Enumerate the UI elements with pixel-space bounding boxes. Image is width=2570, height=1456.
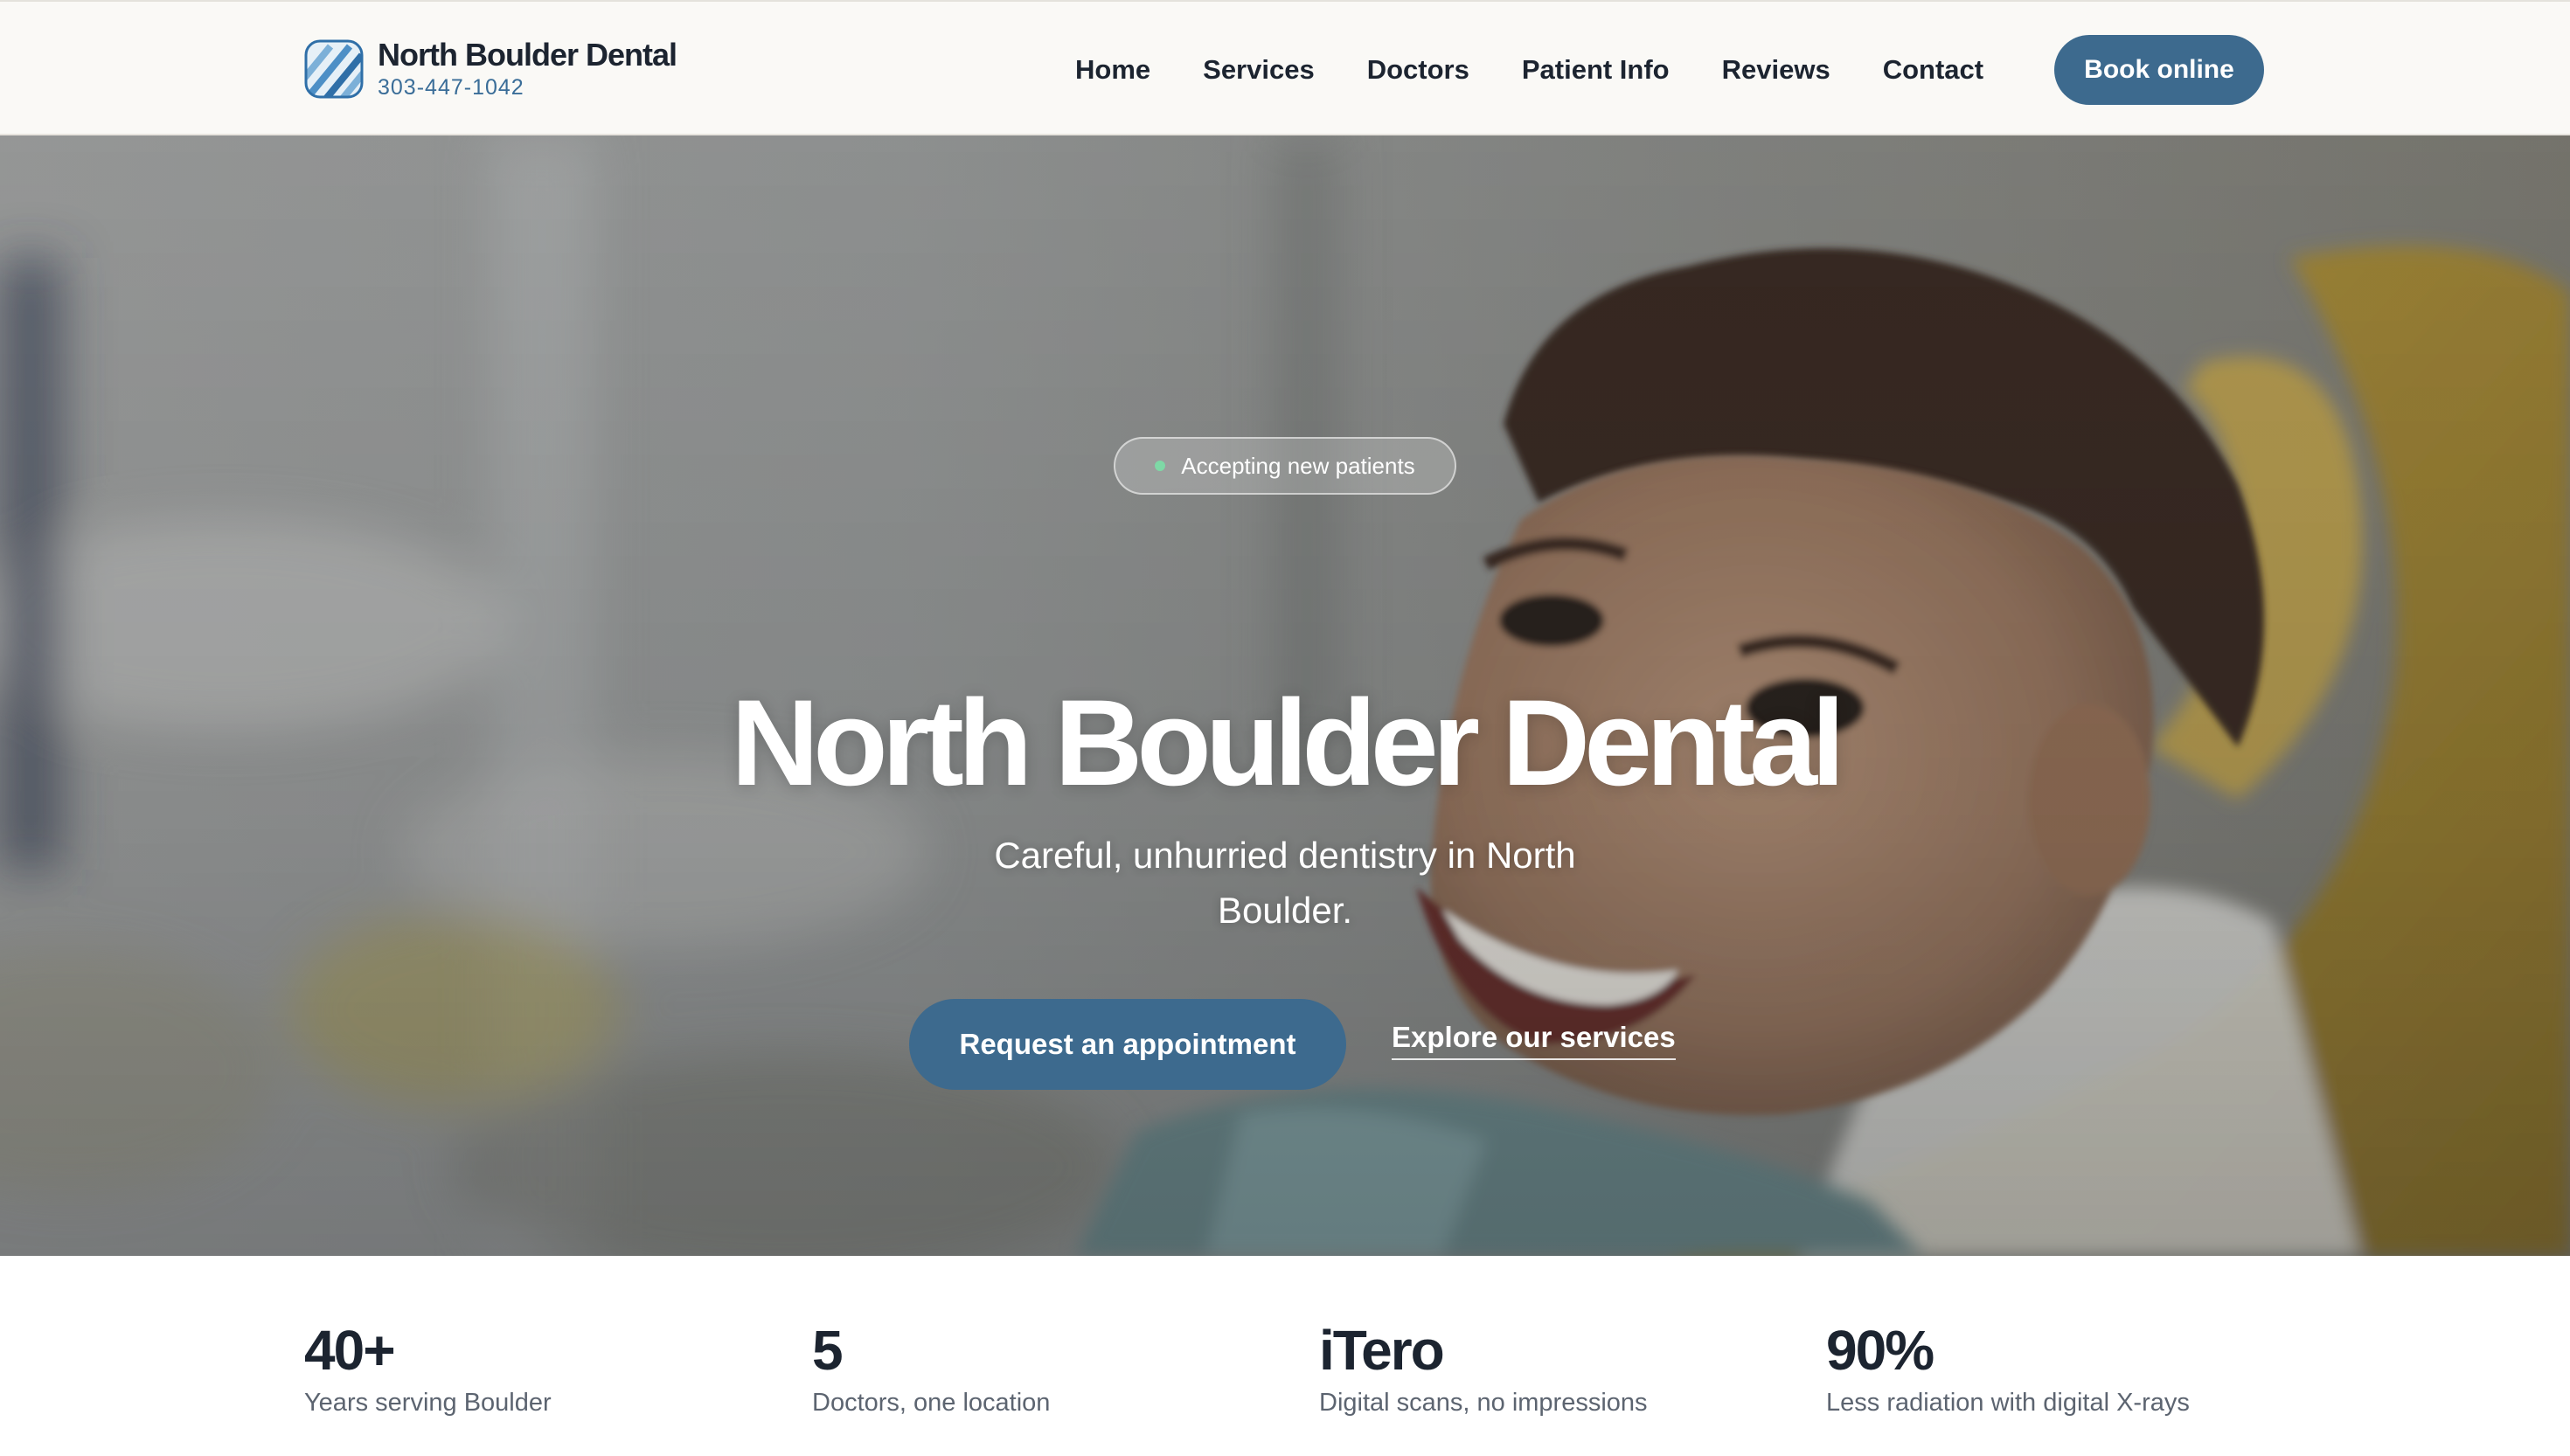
brand-text: North Boulder Dental 303-447-1042 (378, 37, 677, 101)
explore-services-link[interactable]: Explore our services (1392, 1021, 1676, 1060)
stat-value: iTero (1319, 1319, 1445, 1382)
badge-label: Accepting new patients (1181, 452, 1415, 479)
nav-services[interactable]: Services (1203, 54, 1315, 86)
stat-label: Less radiation with digital X-rays (1826, 1389, 2190, 1417)
nav-patient-info[interactable]: Patient Info (1522, 54, 1670, 86)
phone-link[interactable]: 303-447-1042 (378, 73, 677, 101)
nav-contact[interactable]: Contact (1883, 54, 1983, 86)
site-header: North Boulder Dental 303-447-1042 Home S… (0, 0, 2570, 135)
book-online-button[interactable]: Book online (2054, 35, 2264, 105)
accepting-patients-badge: Accepting new patients (1114, 437, 1456, 495)
hero-title: North Boulder Dental (731, 674, 1845, 811)
stats-section: 40+ Years serving Boulder 5 Doctors, one… (0, 1256, 2570, 1456)
status-dot-icon (1155, 461, 1166, 471)
stat-label: Years serving Boulder (304, 1389, 552, 1417)
stat-value: 40+ (304, 1319, 396, 1382)
stat-years: 40+ Years serving Boulder (304, 1319, 552, 1420)
stat-value: 5 (812, 1319, 844, 1382)
stat-doctors: 5 Doctors, one location (812, 1319, 1050, 1420)
stat-value: 90% (1826, 1319, 1934, 1382)
stat-radiation: 90% Less radiation with digital X-rays (1826, 1319, 2190, 1420)
logo-icon (304, 39, 364, 99)
hero-section: Accepting new patients North Boulder Den… (0, 135, 2570, 1256)
stat-itero: iTero Digital scans, no impressions (1319, 1319, 1648, 1420)
main-nav: Home Services Doctors Patient Info Revie… (1075, 45, 1983, 94)
nav-doctors[interactable]: Doctors (1367, 54, 1469, 86)
brand[interactable]: North Boulder Dental 303-447-1042 (304, 37, 677, 101)
hero-content: Accepting new patients North Boulder Den… (0, 135, 2570, 1256)
nav-reviews[interactable]: Reviews (1722, 54, 1830, 86)
brand-name: North Boulder Dental (378, 37, 677, 73)
request-appointment-button[interactable]: Request an appointment (909, 999, 1346, 1090)
stat-label: Digital scans, no impressions (1319, 1389, 1648, 1417)
stat-label: Doctors, one location (812, 1389, 1051, 1417)
nav-home[interactable]: Home (1075, 54, 1150, 86)
hero-subtitle: Careful, unhurried dentistry in North Bo… (994, 835, 1576, 931)
